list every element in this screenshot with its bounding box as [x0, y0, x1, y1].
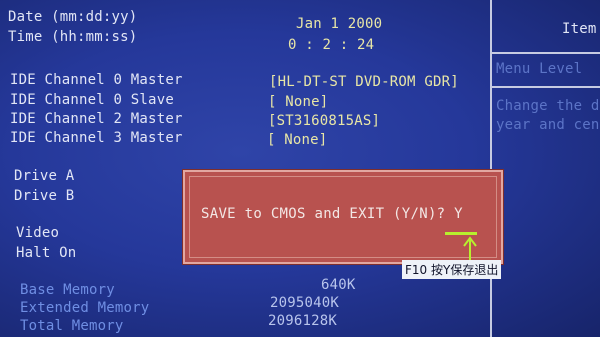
annotation-note: F10 按Y保存退出 [402, 260, 502, 279]
annotation-arrow-icon [463, 236, 477, 262]
bios-screen: Date (mm:dd:yy) Jan 1 2000 Time (hh:mm:s… [0, 0, 600, 337]
